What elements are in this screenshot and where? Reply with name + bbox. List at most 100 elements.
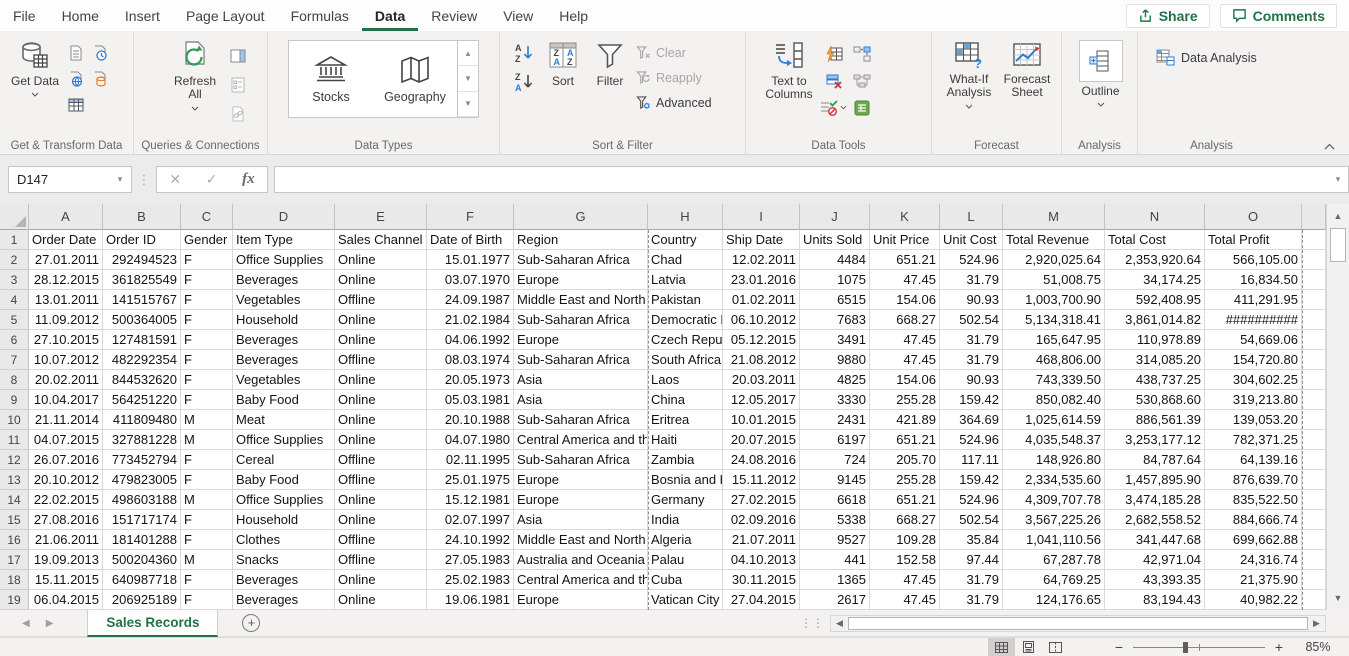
cell[interactable]: 24.08.2016 xyxy=(723,450,800,470)
cell-header[interactable]: Total Revenue xyxy=(1003,230,1105,250)
row-header-7[interactable]: 7 xyxy=(0,350,29,370)
relationships-icon[interactable] xyxy=(850,69,874,93)
cell[interactable]: F xyxy=(181,250,233,270)
cell[interactable]: 7683 xyxy=(800,310,870,330)
column-header-B[interactable]: B xyxy=(103,204,181,230)
cell[interactable]: Pakistan xyxy=(648,290,723,310)
cell[interactable]: 5338 xyxy=(800,510,870,530)
cell[interactable]: 04.07.2015 xyxy=(29,430,103,450)
cell[interactable]: 47.45 xyxy=(870,590,940,610)
cell[interactable] xyxy=(1302,350,1326,370)
cell[interactable]: Beverages xyxy=(233,270,335,290)
cell[interactable]: 651.21 xyxy=(870,490,940,510)
cell[interactable]: Australia and Oceania xyxy=(514,550,648,570)
cell[interactable]: 25.02.1983 xyxy=(427,570,514,590)
scroll-right-icon[interactable]: ▶ xyxy=(1308,618,1325,629)
cell[interactable]: 11.09.2012 xyxy=(29,310,103,330)
cell[interactable]: 884,666.74 xyxy=(1205,510,1302,530)
cell[interactable]: 743,339.50 xyxy=(1003,370,1105,390)
cell[interactable]: F xyxy=(181,390,233,410)
cell[interactable]: 24.09.1987 xyxy=(427,290,514,310)
cell[interactable]: 502.54 xyxy=(940,510,1003,530)
cell[interactable]: Zambia xyxy=(648,450,723,470)
cell[interactable]: Sub-Saharan Africa xyxy=(514,410,648,430)
cell[interactable] xyxy=(1302,550,1326,570)
cell[interactable]: Office Supplies xyxy=(233,250,335,270)
cell[interactable]: 21.07.2011 xyxy=(723,530,800,550)
cell[interactable]: 206925189 xyxy=(103,590,181,610)
tab-help[interactable]: Help xyxy=(546,0,601,31)
cell[interactable]: 20.03.2011 xyxy=(723,370,800,390)
cell[interactable]: 124,176.65 xyxy=(1003,590,1105,610)
column-header-G[interactable]: G xyxy=(514,204,648,230)
get-data-button[interactable]: Get Data xyxy=(6,37,64,97)
cell[interactable]: Europe xyxy=(514,590,648,610)
cell[interactable]: Offline xyxy=(335,550,427,570)
cell[interactable]: 90.93 xyxy=(940,370,1003,390)
cell[interactable]: 110,978.89 xyxy=(1105,330,1205,350)
share-button[interactable]: Share xyxy=(1126,4,1210,28)
cell[interactable]: 117.11 xyxy=(940,450,1003,470)
cell-header[interactable]: Gender xyxy=(181,230,233,250)
cell[interactable]: F xyxy=(181,270,233,290)
cell[interactable]: 876,639.70 xyxy=(1205,470,1302,490)
cell[interactable]: Online xyxy=(335,330,427,350)
cell[interactable]: 47.45 xyxy=(870,570,940,590)
from-database-icon[interactable] xyxy=(88,67,112,91)
cell[interactable]: F xyxy=(181,530,233,550)
cell[interactable]: 438,737.25 xyxy=(1105,370,1205,390)
cell[interactable]: Sub-Saharan Africa xyxy=(514,450,648,470)
cell[interactable]: 500364005 xyxy=(103,310,181,330)
queries-connections-icon[interactable] xyxy=(226,44,250,68)
cell[interactable]: Meat xyxy=(233,410,335,430)
cell[interactable]: 1,025,614.59 xyxy=(1003,410,1105,430)
row-header-14[interactable]: 14 xyxy=(0,490,29,510)
cell[interactable]: 54,669.06 xyxy=(1205,330,1302,350)
cell[interactable]: Cuba xyxy=(648,570,723,590)
cell[interactable]: Online xyxy=(335,310,427,330)
cell[interactable]: 02.07.1997 xyxy=(427,510,514,530)
cell[interactable]: Vegetables xyxy=(233,370,335,390)
cell[interactable]: Latvia xyxy=(648,270,723,290)
cell[interactable]: 3,567,225.26 xyxy=(1003,510,1105,530)
cell[interactable]: 3,253,177.12 xyxy=(1105,430,1205,450)
cell[interactable]: 47.45 xyxy=(870,330,940,350)
column-header-K[interactable]: K xyxy=(870,204,940,230)
column-header-J[interactable]: J xyxy=(800,204,870,230)
cell[interactable]: 67,287.78 xyxy=(1003,550,1105,570)
remove-duplicates-icon[interactable] xyxy=(822,69,846,93)
what-if-analysis-button[interactable]: ? What-If Analysis xyxy=(940,37,998,109)
cell[interactable]: 31.79 xyxy=(940,590,1003,610)
cell[interactable]: M xyxy=(181,410,233,430)
cell[interactable]: Bosnia and Herzegovina xyxy=(648,470,723,490)
cell[interactable]: 651.21 xyxy=(870,250,940,270)
cell[interactable]: Online xyxy=(335,510,427,530)
cell[interactable]: 3491 xyxy=(800,330,870,350)
column-header-N[interactable]: N xyxy=(1105,204,1205,230)
cell[interactable]: 850,082.40 xyxy=(1003,390,1105,410)
cell[interactable]: 21.06.2011 xyxy=(29,530,103,550)
cell[interactable]: Baby Food xyxy=(233,390,335,410)
cell[interactable]: 2617 xyxy=(800,590,870,610)
cell[interactable]: Sub-Saharan Africa xyxy=(514,250,648,270)
cell[interactable]: 566,105.00 xyxy=(1205,250,1302,270)
from-web-icon[interactable] xyxy=(64,67,88,91)
cell[interactable]: Offline xyxy=(335,530,427,550)
cell[interactable]: 2,682,558.52 xyxy=(1105,510,1205,530)
cell[interactable]: Sub-Saharan Africa xyxy=(514,310,648,330)
row-header-5[interactable]: 5 xyxy=(0,310,29,330)
column-header-D[interactable]: D xyxy=(233,204,335,230)
cell[interactable]: Office Supplies xyxy=(233,490,335,510)
column-header-I[interactable]: I xyxy=(723,204,800,230)
cell[interactable]: 205.70 xyxy=(870,450,940,470)
cell[interactable]: M xyxy=(181,430,233,450)
cell[interactable] xyxy=(1302,590,1326,610)
cell-header[interactable]: Region xyxy=(514,230,648,250)
cell[interactable]: 35.84 xyxy=(940,530,1003,550)
cell[interactable]: 15.12.1981 xyxy=(427,490,514,510)
sort-button[interactable]: ZAAZ Sort xyxy=(540,37,586,88)
cell[interactable]: 524.96 xyxy=(940,430,1003,450)
cell[interactable]: Online xyxy=(335,250,427,270)
formula-input[interactable]: ▾ xyxy=(274,166,1349,193)
cell[interactable]: 361825549 xyxy=(103,270,181,290)
